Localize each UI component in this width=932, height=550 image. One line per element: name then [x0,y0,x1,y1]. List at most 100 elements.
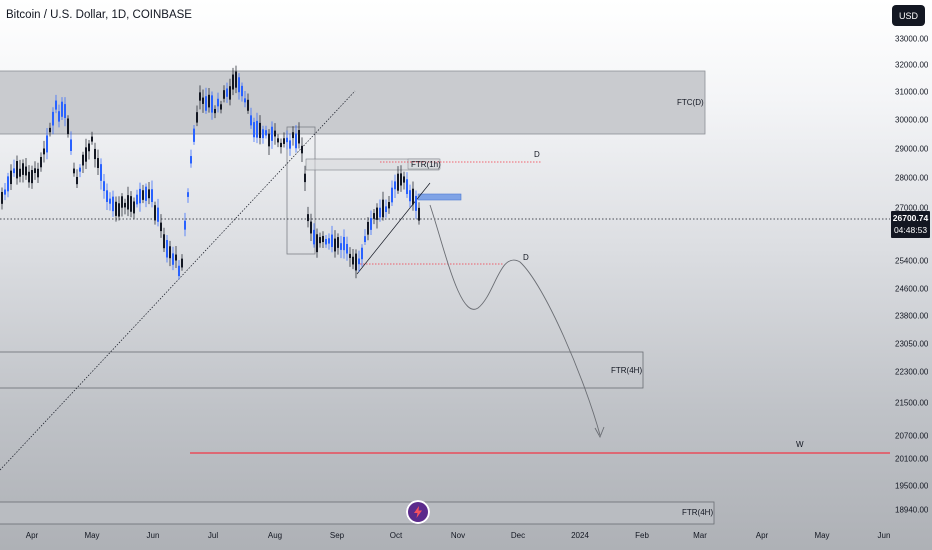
candle-body [52,111,54,126]
candle-body [97,158,99,168]
candle-body [334,238,336,252]
candle-body [205,96,207,111]
candle-body [346,243,348,254]
candle-body [22,163,24,175]
candle-body [370,218,372,230]
time-tick: Apr [25,531,39,540]
candle-body [244,98,246,103]
candle-body [247,99,249,111]
candle-body [112,196,114,212]
price-tick: 22300.00 [895,367,929,377]
candle-body [226,88,228,97]
chart-title: Bitcoin / U.S. Dollar, 1D, COINBASE [6,9,192,21]
candle-body [178,265,180,277]
candle-body [160,222,162,232]
candle-body [37,168,39,178]
current-price-badge: 26700.74 04:48:53 [891,211,930,238]
candle-body [214,108,216,114]
time-tick: Oct [389,531,403,540]
ftc-d-zone[interactable] [0,70,706,135]
candle-body [379,207,381,218]
candle-body [418,207,420,221]
candle-body [307,214,309,222]
price-tick: 28000.00 [895,173,929,183]
candle-body [25,166,27,176]
candle-body [253,122,255,138]
candle-body [172,253,174,265]
time-tick: Jul [207,531,219,540]
candle-body [100,164,102,181]
candle-body [313,229,315,245]
candle-body [343,236,345,251]
candle-body [415,195,417,211]
price-tick: 24600.00 [895,284,929,294]
ftr-4h-mid-zone[interactable] [0,351,644,389]
label-ftr-4h-bottom: FTR(4H) [682,508,714,517]
lightning-icon[interactable] [406,500,430,524]
candle-body [67,118,69,135]
candle-body [376,207,378,220]
candle-body [319,237,321,244]
price-tick: 18940.00 [895,505,929,515]
time-tick: May [814,531,830,540]
price-tick: 31000.00 [895,87,929,97]
chart-plot-area[interactable] [0,0,890,525]
candle-body [325,238,327,245]
candle-body [196,112,198,123]
candle-body [136,194,138,205]
candle-body [130,196,132,212]
price-tick: 20700.00 [895,431,929,441]
time-tick: Jun [877,531,891,540]
candle-body [388,202,390,209]
candle-body [40,156,42,168]
candle-body [85,147,87,162]
time-tick: Dec [510,531,526,540]
price-tick: 19500.00 [895,481,929,491]
ftr-4h-bottom-zone[interactable] [0,501,715,525]
candle-body [49,127,51,133]
candle-body [127,195,129,210]
candle-body [271,126,273,141]
price-tick: 30000.00 [895,115,929,125]
candle-body [34,168,36,173]
projection-path[interactable] [429,204,601,436]
label-d-upper: D [534,150,540,159]
candle-body [190,156,192,164]
blue-order-block[interactable] [417,193,462,201]
candle-body [295,133,297,149]
candle-body [403,176,405,183]
price-tick: 32000.00 [895,60,929,70]
candle-body [232,74,234,90]
candle-body [202,97,204,104]
candle-body [385,206,387,212]
candle-body [262,129,264,139]
candle-body [349,253,351,258]
candle-body [163,234,165,249]
label-d-lower: D [523,253,529,262]
candle-body [4,189,6,195]
candle-body [259,122,261,138]
candle-body [82,154,84,166]
candle-body [175,254,177,261]
candle-body [229,86,231,100]
time-scale[interactable] [0,525,932,550]
price-chart[interactable] [0,0,890,525]
time-tick: Feb [635,531,649,540]
candle-body [1,191,3,204]
candle-body [358,258,360,265]
candle-body [355,253,357,271]
candle-body [46,135,48,153]
candle-body [157,207,159,222]
candle-body [199,92,201,101]
candle-body [124,202,126,208]
lightning-glyph [414,506,422,518]
candle-body [289,140,291,149]
candle-body [184,220,186,230]
candle-body [70,139,72,151]
candle-body [13,168,15,174]
candle-body [310,221,312,234]
candle-body [373,213,375,219]
candle-body [394,181,396,190]
candle-body [115,201,117,216]
candle-body [169,246,171,259]
